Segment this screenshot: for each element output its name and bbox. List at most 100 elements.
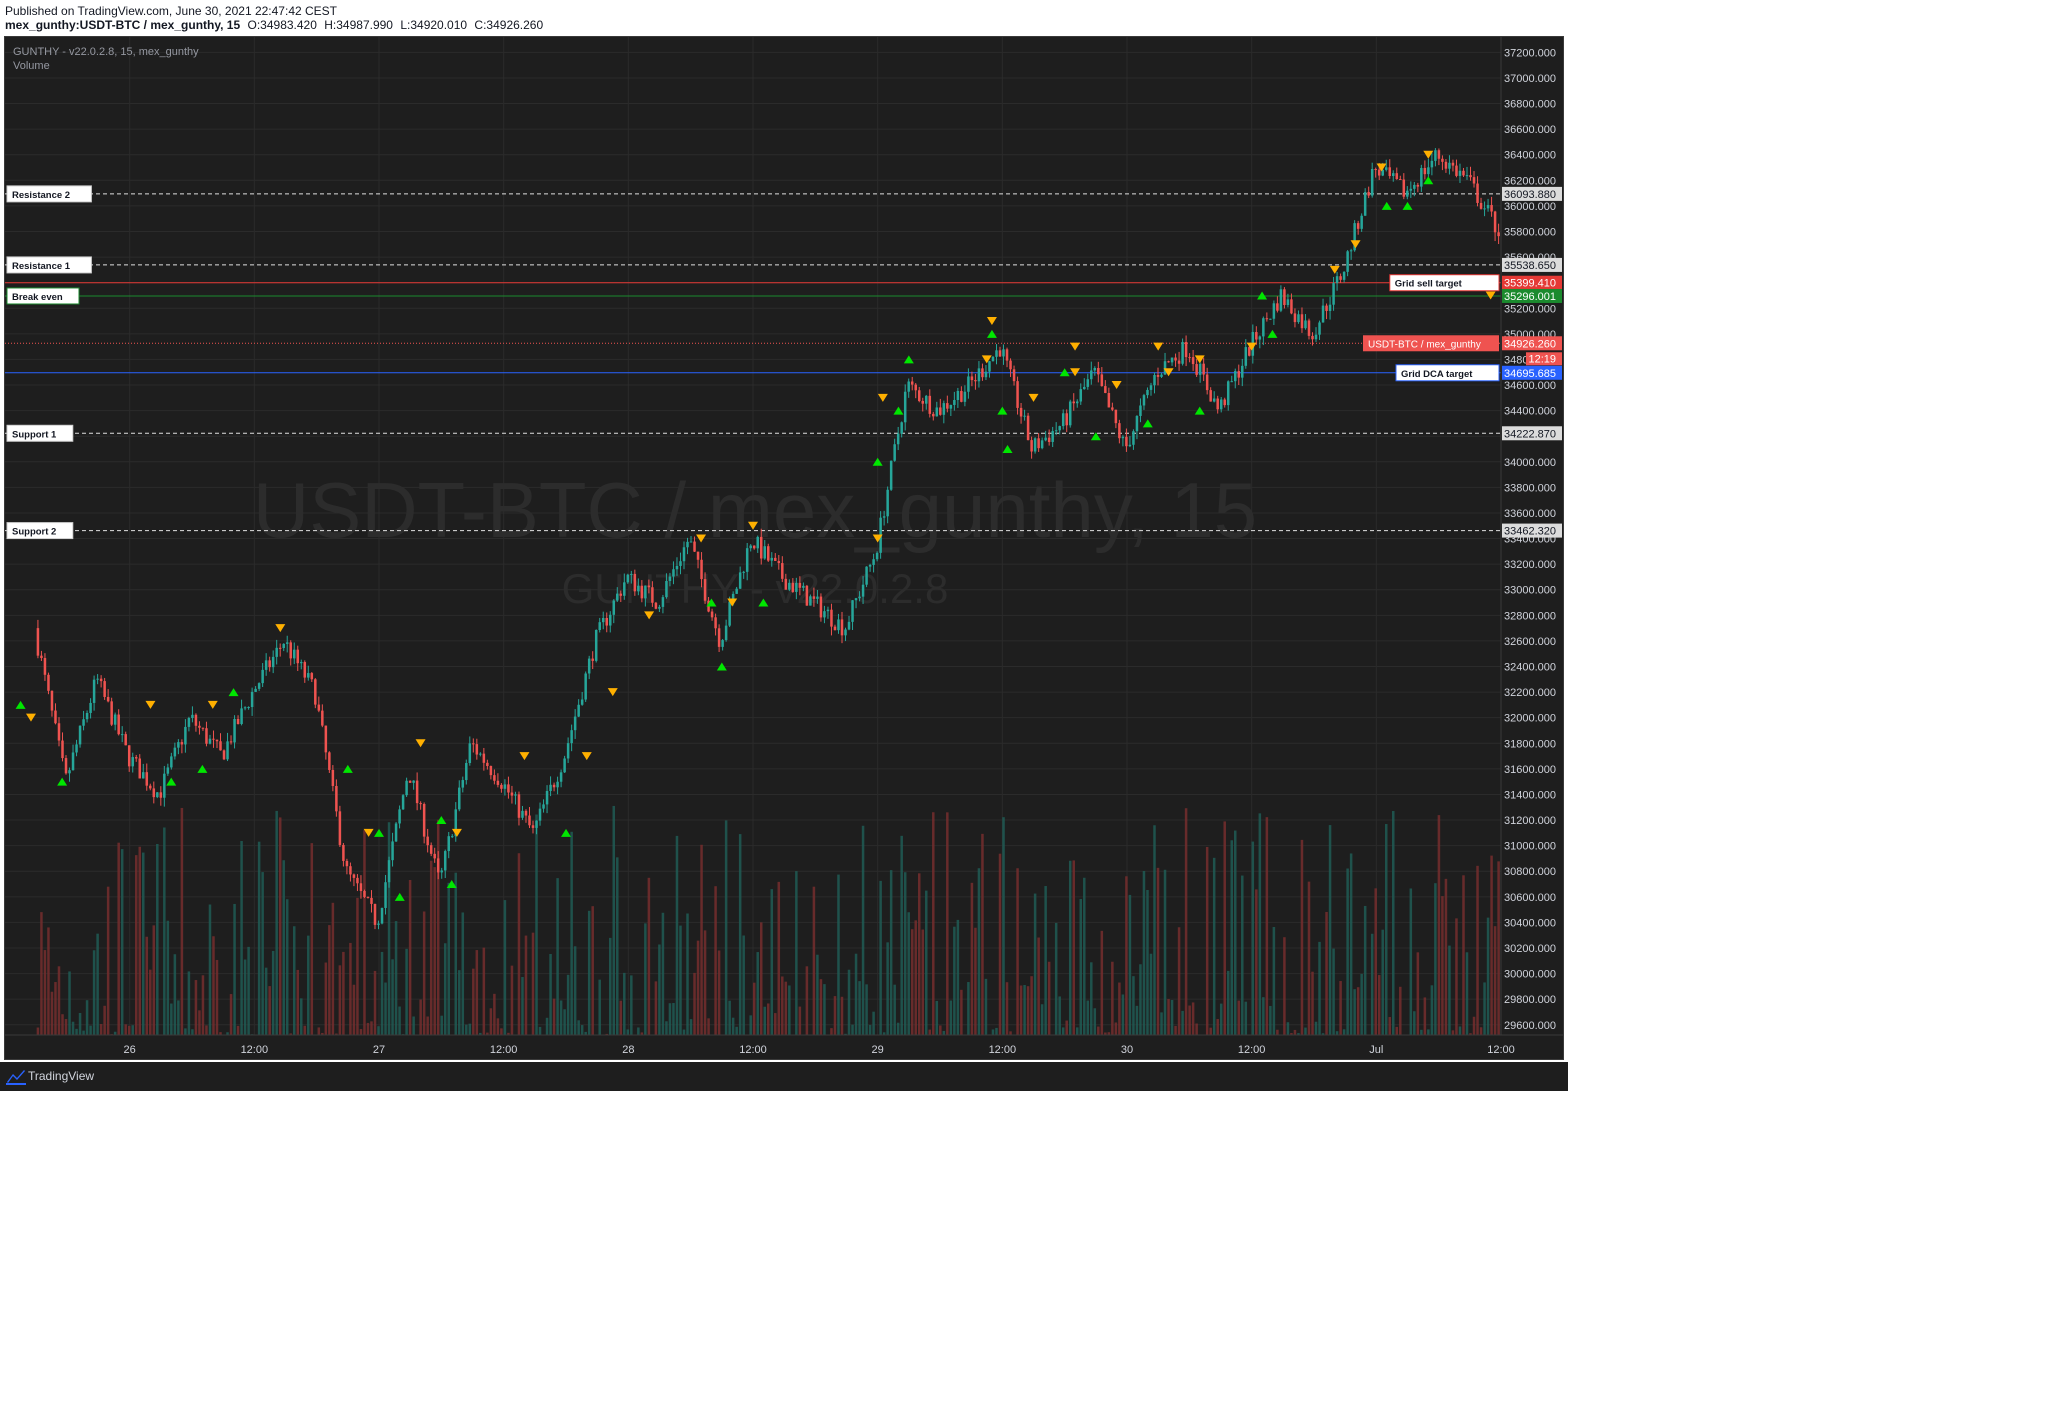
volume-bar: [861, 825, 865, 1035]
candle-body: [767, 546, 770, 561]
volume-bar: [282, 860, 285, 1035]
candle-body: [208, 738, 212, 744]
sell-marker: [145, 700, 156, 709]
volume-bar: [654, 981, 658, 1035]
candle-body: [1307, 320, 1311, 336]
volume-bar: [64, 1019, 68, 1035]
candle-body: [1054, 430, 1058, 432]
volume-bar: [138, 846, 142, 1035]
volume-bar: [419, 999, 422, 1035]
candle-body: [910, 381, 914, 385]
volume-bar: [359, 1029, 363, 1035]
volume-bar: [563, 1009, 566, 1035]
candle-body: [559, 772, 563, 782]
candle-body: [1455, 165, 1458, 176]
volume-bar: [693, 972, 696, 1035]
volume-bar: [1325, 911, 1328, 1035]
level-label-text: Grid DCA target: [1401, 369, 1473, 380]
volume-bar: [1434, 883, 1437, 1035]
y-tick-label: 32400.000: [1504, 662, 1556, 674]
chart-pane[interactable]: USDT-BTC / mex_gunthy, 15 GUNTHY - v22.0…: [4, 36, 1865, 1060]
candle-body: [591, 658, 594, 661]
volume-bar: [208, 904, 212, 1035]
candle-body: [415, 780, 419, 804]
volume-bar: [823, 984, 826, 1035]
candle-body: [450, 836, 454, 838]
x-tick-label: 12:00: [989, 1044, 1017, 1056]
candle-body: [1441, 158, 1444, 162]
volume-bar: [1163, 869, 1167, 1035]
volume-bar: [458, 970, 461, 1035]
candle-body: [1342, 271, 1346, 280]
volume-bar: [788, 985, 791, 1035]
y-tick-label: 36400.000: [1504, 150, 1556, 162]
candle-body: [1026, 415, 1030, 441]
volume-bar: [285, 899, 289, 1035]
candle-body: [1005, 349, 1009, 361]
candle-body: [1279, 289, 1283, 311]
volume-bar: [1392, 811, 1395, 1035]
candle-body: [970, 376, 974, 381]
candle-body: [328, 752, 331, 770]
volume-bar: [1311, 971, 1314, 1035]
volume-bar: [1265, 817, 1269, 1035]
candle-body: [1146, 389, 1149, 396]
candle-body: [1427, 167, 1430, 175]
volume-bar: [117, 842, 120, 1035]
candle-body: [285, 642, 289, 644]
candle-body: [545, 790, 549, 805]
volume-bar: [429, 860, 433, 1035]
y-tick-label: 33800.000: [1504, 482, 1556, 494]
candle-body: [682, 547, 686, 562]
candle-body: [781, 563, 784, 579]
volume-bar: [910, 929, 914, 1035]
volume-bar: [1356, 987, 1360, 1035]
volume-bar: [1283, 937, 1286, 1035]
volume-bar: [54, 982, 57, 1035]
candle-body: [503, 784, 507, 789]
candle-body: [278, 647, 282, 649]
volume-bar: [559, 1000, 563, 1035]
candle-body: [1079, 389, 1083, 402]
candle-body: [847, 621, 851, 630]
volume-bar: [587, 910, 591, 1035]
volume-bar: [738, 834, 742, 1035]
candle-body: [1318, 322, 1321, 335]
candle-body: [717, 628, 721, 647]
volume-bar: [703, 930, 707, 1035]
volume-bar: [1332, 948, 1335, 1035]
volume-bar: [1476, 865, 1479, 1035]
volume-bar: [1093, 1008, 1097, 1035]
candle-body: [1262, 318, 1265, 337]
candle-body: [78, 725, 82, 745]
candle-body: [542, 804, 545, 809]
candle-body: [1177, 360, 1181, 364]
candle-body: [756, 536, 759, 549]
volume-bar: [896, 1022, 900, 1035]
volume-bar: [752, 982, 756, 1035]
candle-body: [1181, 342, 1184, 364]
time-axis[interactable]: [5, 1034, 1563, 1059]
volume-bar: [496, 1018, 500, 1035]
volume-bar: [1437, 815, 1441, 1035]
volume-bar: [40, 912, 43, 1035]
candle-body: [1406, 190, 1409, 197]
volume-bar: [1448, 945, 1451, 1035]
candle-body: [1300, 314, 1304, 329]
buy-marker: [166, 777, 177, 786]
price-chart[interactable]: USDT-BTC / mex_gunthy, 15 GUNTHY - v22.0…: [5, 37, 1865, 1059]
candle-body: [759, 536, 763, 559]
volume-bar: [1399, 986, 1402, 1035]
y-tick-label: 32600.000: [1504, 636, 1556, 648]
candle-body: [689, 541, 693, 543]
volume-bar: [1441, 896, 1444, 1035]
candle-body: [580, 699, 584, 705]
volume-bar: [1146, 889, 1149, 1035]
sell-marker: [1028, 393, 1039, 402]
candle-body: [724, 625, 728, 641]
footer-bar: TradingView: [0, 1062, 1568, 1091]
volume-bar: [500, 1028, 503, 1035]
level-label-text: Resistance 1: [12, 261, 71, 272]
volume-bar: [187, 971, 191, 1035]
candle-body: [50, 690, 54, 711]
